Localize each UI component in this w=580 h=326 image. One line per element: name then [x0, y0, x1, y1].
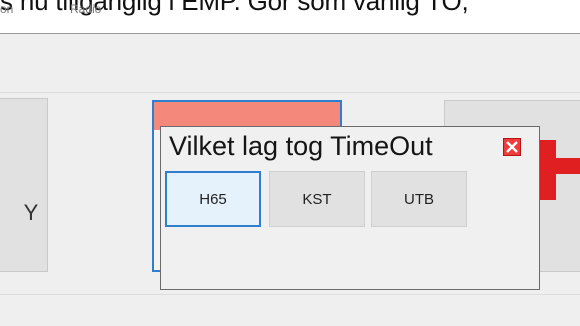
- overlay-label-radio: Radio: [70, 2, 102, 16]
- overlay-label-left: on: [0, 2, 14, 16]
- close-button[interactable]: [503, 138, 521, 156]
- timeout-dialog: Vilket lag tog TimeOut H65 KST UTB: [160, 126, 540, 290]
- plus-icon-vertical: [540, 140, 556, 200]
- team-button-utb[interactable]: UTB: [371, 171, 467, 227]
- dialog-title: Vilket lag tog TimeOut: [169, 131, 433, 161]
- close-icon: [506, 141, 518, 153]
- y-button[interactable]: Y: [0, 98, 48, 272]
- grid-line: [0, 294, 580, 295]
- team-button-kst[interactable]: KST: [269, 171, 365, 227]
- y-button-label: Y: [23, 200, 39, 225]
- grid-line: [0, 92, 580, 93]
- team-button-h65[interactable]: H65: [165, 171, 261, 227]
